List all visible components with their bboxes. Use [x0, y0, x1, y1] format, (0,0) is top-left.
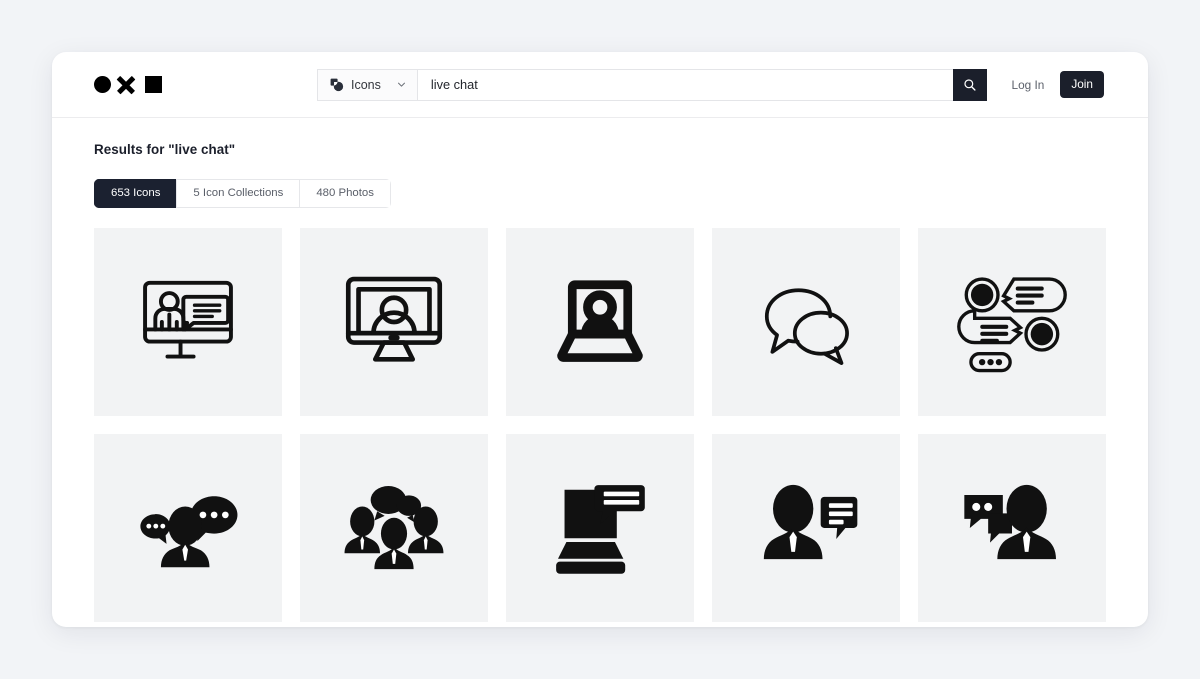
tab-photos[interactable]: 480 Photos	[299, 179, 391, 208]
log-in-link[interactable]: Log In	[1012, 78, 1045, 92]
person-left-speech-bubbles-icon	[964, 484, 1056, 560]
businessman-two-speech-bubbles-icon	[140, 496, 238, 568]
search-icon	[964, 78, 976, 91]
app-card: Icons Log In Join Results for "live chat…	[52, 52, 1148, 627]
search-submit-button[interactable]	[953, 68, 987, 101]
icon-result-tile[interactable]	[300, 434, 488, 622]
result-tabs: 653 Icons 5 Icon Collections 480 Photos	[94, 179, 391, 208]
icon-result-tile[interactable]	[712, 434, 900, 622]
icon-result-tile[interactable]	[94, 228, 282, 416]
icon-result-tile[interactable]	[300, 228, 488, 416]
chevron-down-icon	[397, 82, 405, 87]
logo-square-icon	[145, 76, 162, 93]
auth-actions: Log In Join	[1012, 71, 1104, 98]
search-input[interactable]	[416, 68, 953, 101]
icon-result-tile[interactable]	[94, 434, 282, 622]
icon-result-tile[interactable]	[918, 228, 1106, 416]
person-square-speech-bubble-icon	[763, 484, 858, 560]
search-type-selector[interactable]: Icons	[317, 68, 417, 101]
icon-result-tile[interactable]	[506, 228, 694, 416]
laptop-speech-bubble-icon	[556, 485, 645, 574]
site-header: Icons Log In Join	[52, 52, 1148, 118]
laptop-person-video-call-icon	[557, 280, 643, 362]
monitor-person-speech-bubble-icon	[143, 280, 233, 359]
search-bar: Icons	[317, 68, 987, 101]
two-speech-bubbles-icon	[764, 288, 849, 365]
search-type-label: Icons	[351, 77, 381, 92]
icon-result-tile[interactable]	[712, 228, 900, 416]
icon-results-grid	[94, 228, 1106, 622]
shapes-icon	[330, 78, 344, 91]
icon-result-tile[interactable]	[506, 434, 694, 622]
join-button[interactable]: Join	[1060, 71, 1104, 98]
tab-icon-collections[interactable]: 5 Icon Collections	[176, 179, 300, 208]
desktop-monitor-person-icon	[345, 276, 443, 362]
icon-result-tile[interactable]	[918, 434, 1106, 622]
page-title: Results for "live chat"	[94, 142, 236, 157]
logo-x-icon	[117, 76, 135, 94]
brand-logo[interactable]	[94, 76, 264, 94]
chat-conversation-avatars-icon	[957, 277, 1067, 373]
main-content: Results for "live chat" 653 Icons 5 Icon…	[52, 118, 1148, 622]
group-people-speech-bubbles-icon	[344, 486, 444, 570]
tab-icons[interactable]: 653 Icons	[94, 179, 177, 208]
logo-circle-icon	[94, 76, 111, 93]
